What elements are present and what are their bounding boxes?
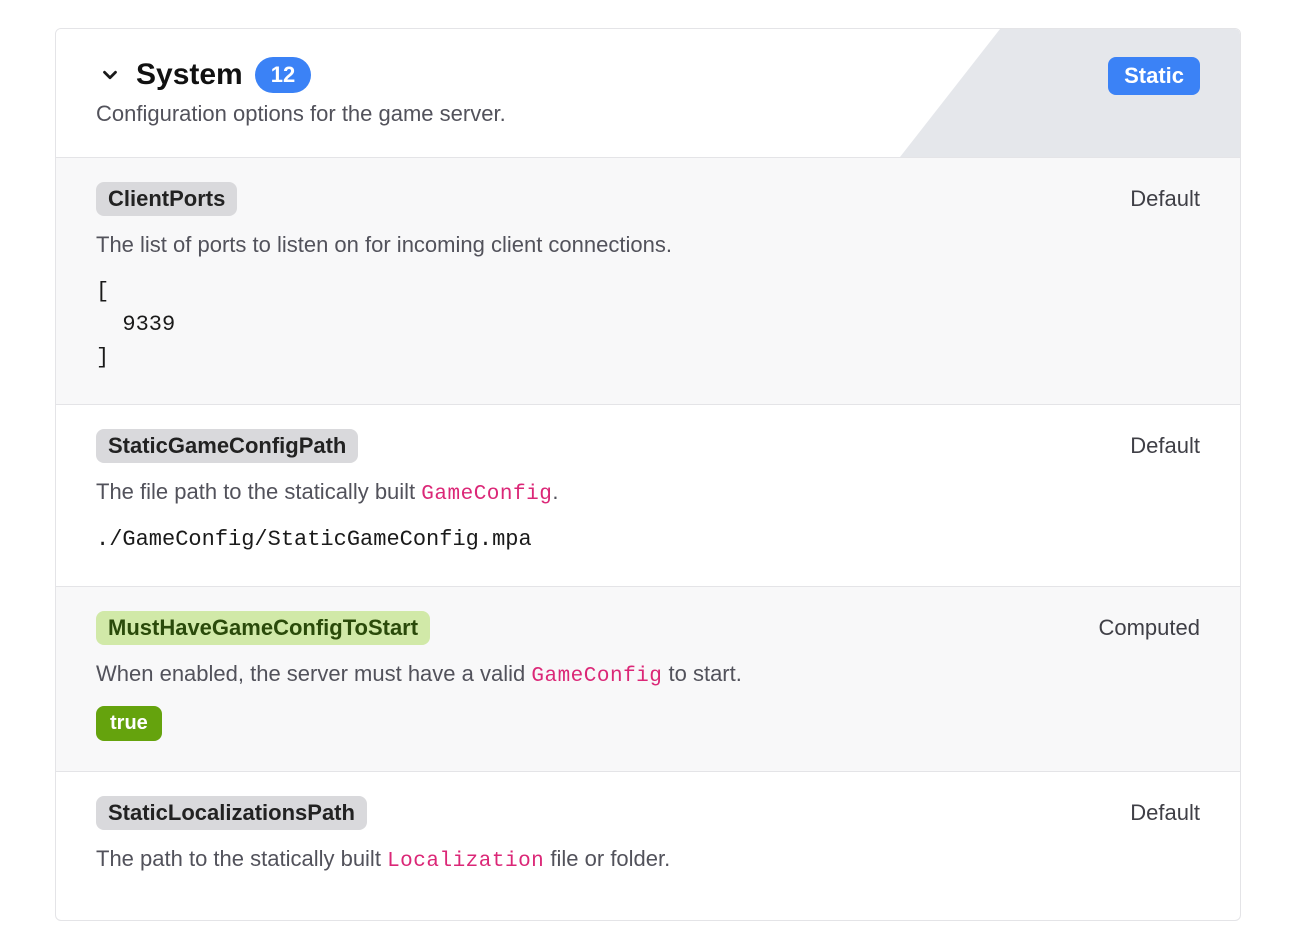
inline-code: GameConfig [421, 483, 552, 506]
config-item-header: MustHaveGameConfigToStart Computed [96, 611, 1200, 645]
chevron-down-icon[interactable] [96, 61, 124, 89]
config-name: MustHaveGameConfigToStart [96, 611, 430, 645]
bool-value-badge: true [96, 706, 162, 741]
config-item: MustHaveGameConfigToStart Computed When en… [56, 587, 1240, 771]
config-items: ClientPorts Default The list of ports to l… [56, 158, 1240, 920]
section-subtitle: Configuration options for the game serve… [96, 101, 1200, 127]
config-source: Default [1130, 186, 1200, 212]
section-title: System [136, 58, 243, 92]
config-item-header: StaticLocalizationsPath Default [96, 796, 1200, 830]
config-description: The file path to the statically built Ga… [96, 477, 1200, 509]
config-item: StaticGameConfigPath Default The file path… [56, 405, 1240, 587]
config-source: Computed [1098, 615, 1200, 641]
config-item: StaticLocalizationsPath Default The path t… [56, 772, 1240, 920]
config-panel: System 12 Configuration options for the … [55, 28, 1241, 921]
inline-code: GameConfig [531, 665, 662, 688]
config-item: ClientPorts Default The list of ports to l… [56, 158, 1240, 405]
config-description: When enabled, the server must have a val… [96, 659, 1200, 691]
config-item-header: ClientPorts Default [96, 182, 1200, 216]
config-name: StaticLocalizationsPath [96, 796, 367, 830]
config-description: The list of ports to listen on for incom… [96, 230, 1200, 261]
config-name: ClientPorts [96, 182, 237, 216]
config-value: ./GameConfig/StaticGameConfig.mpa [96, 523, 1200, 556]
panel-header: System 12 Configuration options for the … [56, 29, 1240, 158]
config-source: Default [1130, 800, 1200, 826]
static-badge: Static [1108, 57, 1200, 95]
section-count-badge: 12 [255, 57, 311, 93]
config-name: StaticGameConfigPath [96, 429, 358, 463]
config-source: Default [1130, 433, 1200, 459]
inline-code: Localization [387, 850, 544, 873]
config-value: [ 9339 ] [96, 275, 1200, 374]
config-item-header: StaticGameConfigPath Default [96, 429, 1200, 463]
config-description: The path to the statically built Localiz… [96, 844, 1200, 876]
